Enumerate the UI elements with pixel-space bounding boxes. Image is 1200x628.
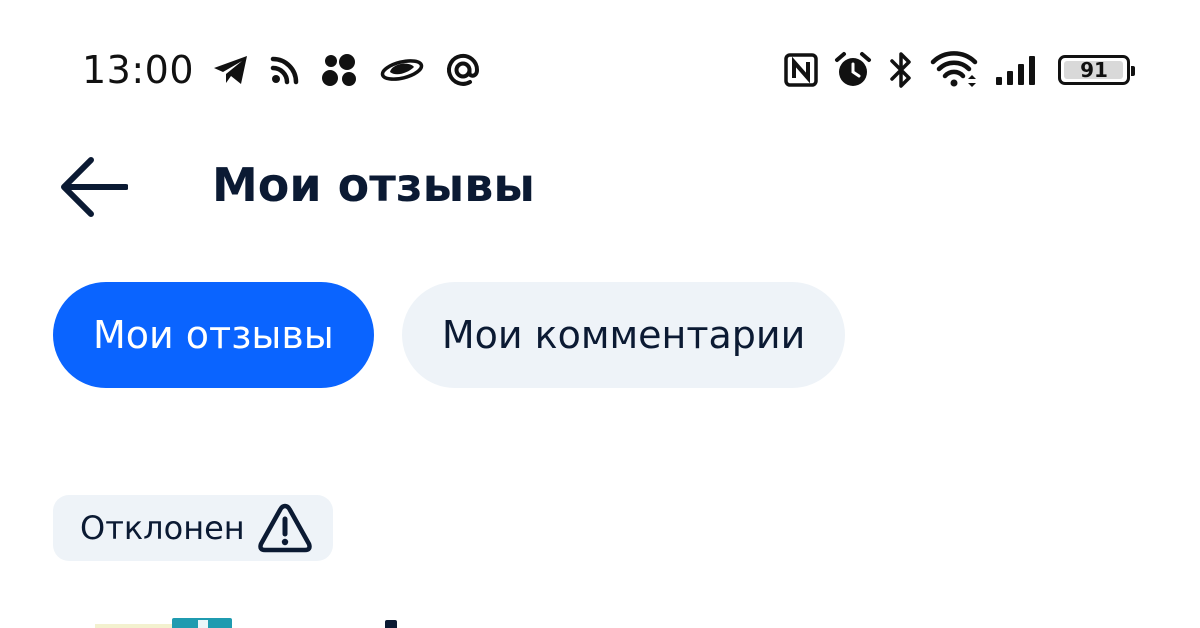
battery-percentage: 91 [1080, 58, 1108, 82]
review-card-preview[interactable] [95, 612, 1145, 628]
battery-indicator: 91 [1058, 55, 1135, 85]
planet-icon [380, 55, 424, 85]
alarm-icon [834, 51, 872, 89]
notification-icons [212, 50, 482, 90]
status-badge-label: Отклонен [80, 509, 245, 547]
wifi-icon [930, 51, 978, 89]
review-title-snippet [385, 620, 397, 628]
signal-icon [994, 53, 1042, 87]
tab-bar: Мои отзывы Мои комментарии [53, 282, 846, 388]
system-icons: 91 [784, 48, 1135, 92]
nfc-icon [784, 53, 818, 87]
status-time: 13:00 [82, 48, 195, 92]
tab-my-comments[interactable]: Мои комментарии [401, 282, 846, 388]
dots-cluster-icon [320, 53, 360, 87]
warning-triangle-icon [257, 502, 313, 554]
status-bar: 13:00 91 [0, 0, 1200, 140]
rss-icon [270, 55, 300, 85]
review-thumbnail-background [95, 624, 173, 628]
telegram-icon [212, 54, 250, 86]
tab-my-reviews[interactable]: Мои отзывы [53, 282, 374, 388]
back-button[interactable] [56, 152, 130, 222]
page-title: Мои отзывы [212, 158, 535, 212]
bluetooth-icon [888, 51, 914, 89]
status-badge: Отклонен [53, 495, 333, 561]
review-thumbnail-mark [198, 620, 208, 628]
arrow-left-icon [58, 156, 128, 218]
at-sign-icon [444, 51, 482, 89]
